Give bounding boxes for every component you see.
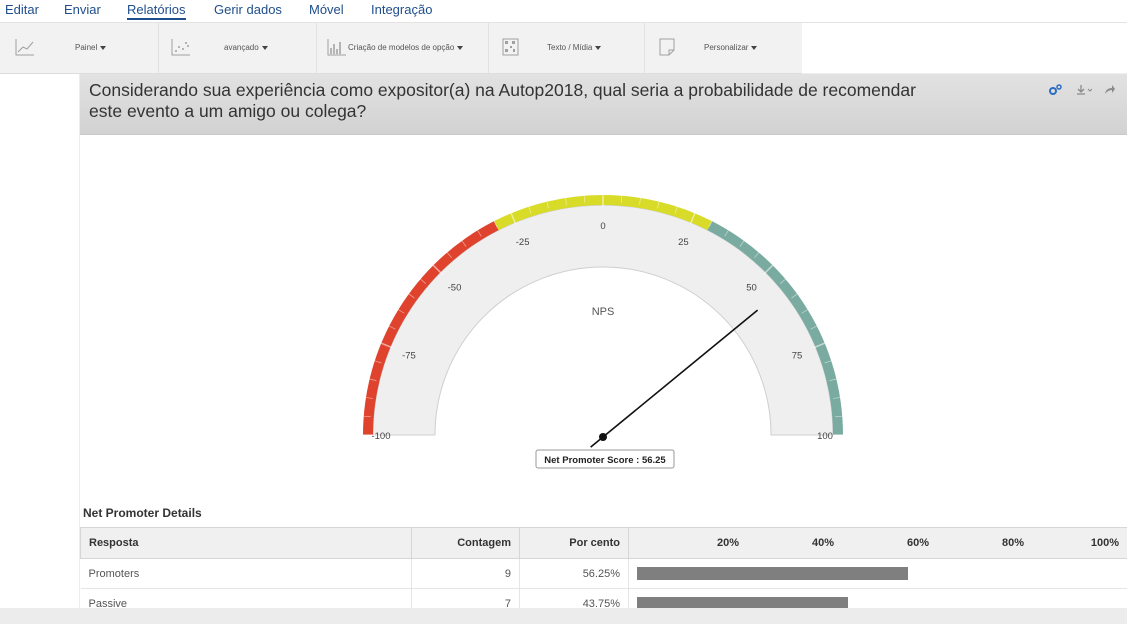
- gauge-needle-pivot: [599, 433, 607, 441]
- row-response: Promoters: [80, 558, 412, 589]
- caret-down-icon: [100, 45, 107, 50]
- document-icon: [659, 38, 675, 56]
- col-header-count[interactable]: Contagem: [411, 527, 520, 559]
- nps-gauge: -100 -75 -50 -25 0 25 50 75 100 NPS Net Promoter…: [363, 195, 843, 469]
- question-title: Considerando sua experiência como exposi…: [89, 80, 916, 121]
- scale-label: 80%: [1001, 537, 1024, 549]
- scale-label: 20%: [716, 537, 739, 549]
- col-header-scale: 20% 40% 60% 80% 100%: [628, 527, 1127, 559]
- caret-down-icon: [457, 45, 464, 50]
- scale-label: 40%: [811, 537, 834, 549]
- left-gutter: [0, 74, 80, 608]
- toolbar-label-texto-midia: Texto / Mídia: [547, 43, 602, 52]
- caret-down-icon: [261, 45, 268, 50]
- toolbar-label-painel: Painel: [75, 43, 107, 52]
- main-menu: Editar Enviar Relatórios Gerir dados Móv…: [0, 0, 1127, 23]
- bottom-scroll-area: [0, 608, 1127, 624]
- col-header-percent[interactable]: Por cento: [519, 527, 629, 559]
- scale-label: 100%: [1090, 537, 1119, 549]
- gauge-tick-label: -50: [448, 283, 462, 294]
- toolbar-group-texto-midia[interactable]: Texto / Mídia: [488, 23, 645, 73]
- gauge-center-label: NPS: [592, 306, 615, 318]
- toolbar-group-modelos[interactable]: Criação de modelos de opção: [316, 23, 489, 73]
- menu-item-enviar[interactable]: Enviar: [64, 2, 101, 17]
- share-icon[interactable]: [1104, 84, 1116, 99]
- gauge-tick-label: 0: [600, 221, 605, 232]
- menu-item-gerir-dados[interactable]: Gerir dados: [214, 2, 282, 17]
- gauge-tick-label: -25: [516, 237, 530, 248]
- details-table: Resposta Contagem Por cento 20% 40% 60% …: [80, 527, 1127, 619]
- toolbar-label-avancado: avançado: [224, 43, 268, 52]
- col-header-response[interactable]: Resposta: [80, 527, 412, 559]
- caret-down-icon: [595, 45, 602, 50]
- toolbar-label-modelos: Criação de modelos de opção: [348, 43, 464, 52]
- table-row: Promoters 9 56.25%: [80, 558, 1127, 589]
- gauge-pane: [372, 204, 834, 436]
- gauge-tick-label: -100: [371, 431, 390, 442]
- details-title: Net Promoter Details: [83, 506, 202, 520]
- details-header-row: Resposta Contagem Por cento 20% 40% 60% …: [80, 527, 1127, 559]
- menu-item-editar[interactable]: Editar: [5, 2, 39, 17]
- qr-code-icon: [502, 38, 519, 56]
- gauge-tick-label: -75: [402, 351, 416, 362]
- gauge-needle: [590, 309, 759, 448]
- scatter-chart-icon: [171, 39, 190, 56]
- line-chart-icon: [15, 39, 34, 56]
- gauge-tick-label: 75: [792, 351, 803, 362]
- bar-chart-icon: [327, 39, 346, 56]
- toolbar-group-avancado[interactable]: avançado: [158, 23, 317, 73]
- toolbar-group-personalizar[interactable]: Personalizar: [644, 23, 803, 73]
- row-percent: 56.25%: [519, 558, 629, 589]
- report-toolbar: Painel avançado Criação de modelos de op…: [0, 23, 803, 74]
- gauge-tick-label: 25: [678, 237, 689, 248]
- row-count: 9: [411, 558, 520, 589]
- menu-item-movel[interactable]: Móvel: [309, 2, 344, 17]
- row-bar-cell: [628, 558, 1127, 589]
- gauge-needle-line: [590, 309, 759, 448]
- percent-bar: [637, 567, 909, 580]
- menu-item-relatorios[interactable]: Relatórios: [127, 2, 186, 20]
- question-header: Considerando sua experiência como exposi…: [80, 74, 1127, 135]
- gauge-tick-label: 50: [746, 283, 757, 294]
- nps-tooltip: Net Promoter Score : 56.25: [535, 449, 675, 469]
- gauge-tick-label: 100: [817, 431, 833, 442]
- nps-score-tooltip: Net Promoter Score : 56.25: [544, 455, 666, 466]
- toolbar-empty-area: [802, 23, 1127, 74]
- menu-item-integracao[interactable]: Integração: [371, 2, 432, 17]
- settings-icon[interactable]: [1048, 84, 1062, 99]
- caret-down-icon: [751, 45, 758, 50]
- download-icon[interactable]: [1076, 84, 1096, 99]
- scale-label: 60%: [906, 537, 929, 549]
- toolbar-label-personalizar: Personalizar: [704, 43, 758, 52]
- toolbar-group-painel[interactable]: Painel: [0, 23, 159, 73]
- gauge-background: [372, 204, 834, 436]
